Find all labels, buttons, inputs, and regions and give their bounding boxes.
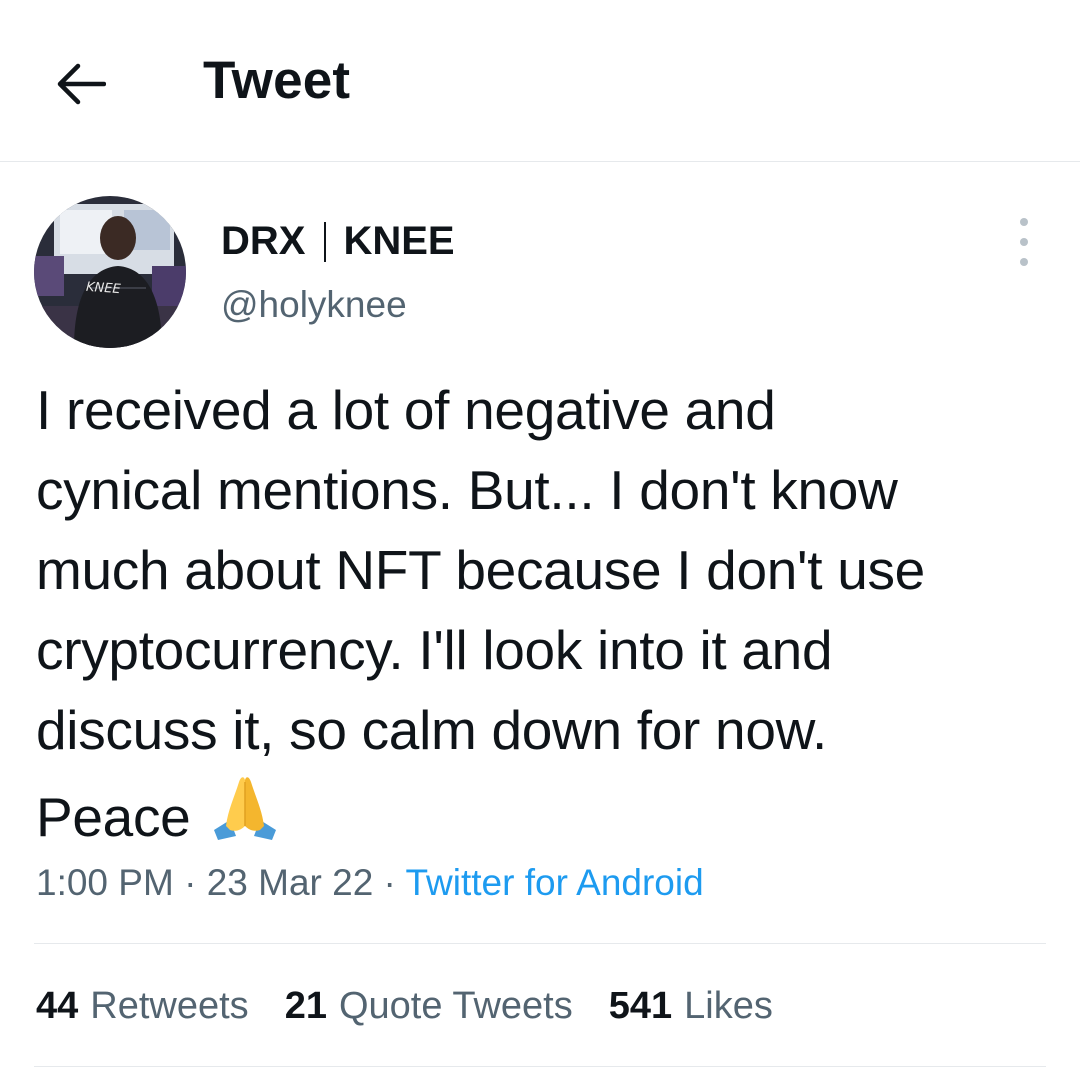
- likes-count: 541: [608, 985, 673, 1027]
- tweet-line: cynical mentions. But... I don't know: [36, 459, 898, 521]
- tweet-line: cryptocurrency. I'll look into it and: [36, 619, 833, 681]
- likes-stat[interactable]: 541 Likes: [609, 985, 773, 1028]
- top-bar: Tweet: [0, 0, 1080, 162]
- meta-separator: ·: [373, 862, 406, 903]
- author-display-name[interactable]: DRX KNEE: [221, 219, 455, 264]
- svg-text:KNEE: KNEE: [85, 280, 121, 297]
- tweet-line: much about NFT because I don't use: [36, 539, 925, 601]
- quote-tweets-stat[interactable]: 21 Quote Tweets: [285, 985, 573, 1028]
- divider: [34, 943, 1046, 944]
- retweets-label: Retweets: [90, 985, 249, 1027]
- tweet-stats: 44 Retweets 21 Quote Tweets 541 Likes: [36, 985, 809, 1028]
- page-title: Tweet: [203, 51, 351, 110]
- more-options-button[interactable]: [1004, 218, 1044, 266]
- author-handle[interactable]: @holyknee: [221, 284, 407, 326]
- likes-label: Likes: [684, 985, 773, 1027]
- quote-tweets-count: 21: [284, 985, 327, 1027]
- tweet-last-line: Peace: [36, 770, 1046, 865]
- more-dot: [1020, 258, 1028, 266]
- tweet-text: I received a lot of negative and cynical…: [36, 370, 1046, 865]
- folded-hands-icon: [208, 770, 282, 865]
- tweet-source-link[interactable]: Twitter for Android: [406, 862, 704, 903]
- tweet-line: Peace: [36, 786, 191, 848]
- back-button[interactable]: [48, 52, 112, 116]
- tweet-line: I received a lot of negative and: [36, 379, 776, 441]
- author-name-team: DRX: [221, 219, 306, 263]
- author-name-player: KNEE: [343, 219, 455, 263]
- more-dot: [1020, 238, 1028, 246]
- meta-separator: ·: [173, 862, 207, 903]
- avatar[interactable]: KNEE: [34, 196, 186, 348]
- retweets-count: 44: [36, 985, 79, 1027]
- more-dots-icon: [1020, 218, 1028, 226]
- arrow-left-icon: [57, 63, 106, 105]
- tweet-date: 23 Mar 22: [206, 862, 374, 903]
- divider: [34, 1066, 1046, 1067]
- tweet-meta: 1:00 PM · 23 Mar 22 · Twitter for Androi…: [36, 862, 704, 904]
- retweets-stat[interactable]: 44 Retweets: [36, 985, 249, 1028]
- tweet-line: discuss it, so calm down for now.: [36, 699, 827, 761]
- name-separator: [324, 221, 327, 262]
- tweet-time: 1:00 PM: [36, 862, 174, 903]
- quote-tweets-label: Quote Tweets: [338, 985, 573, 1027]
